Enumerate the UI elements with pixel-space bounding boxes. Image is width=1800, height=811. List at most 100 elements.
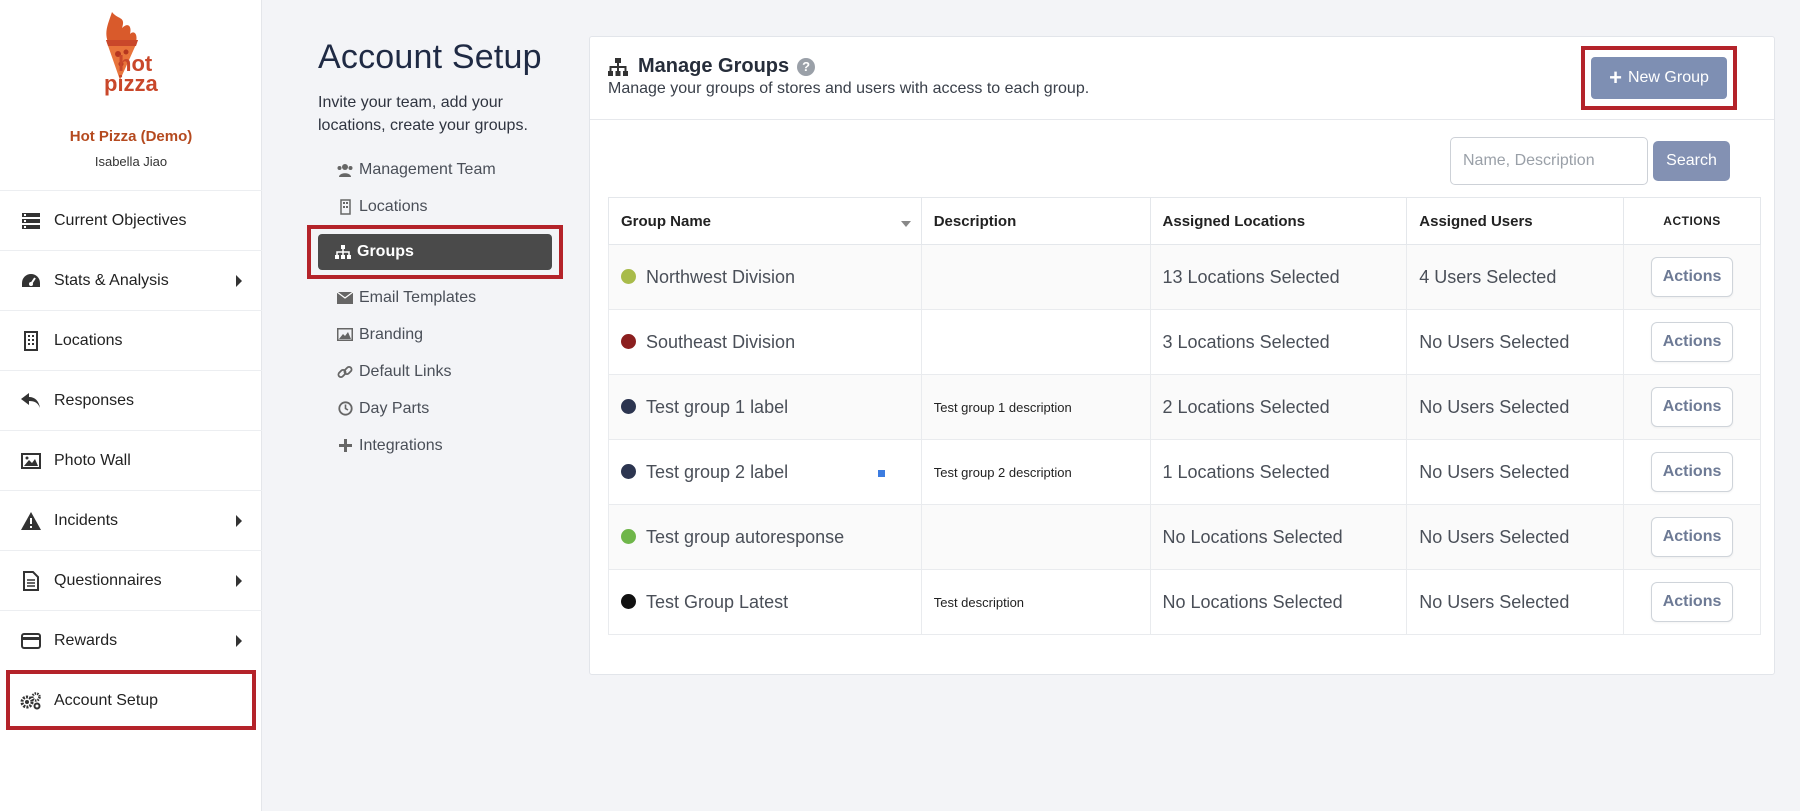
setup-item-label: Email Templates [359,288,477,306]
group-color-dot [621,593,636,609]
caret-right-icon [236,575,242,587]
column-header-group-name[interactable]: Group Name [608,197,922,245]
group-name-cell: Northwest Division [608,244,922,310]
help-icon[interactable]: ? [797,57,816,76]
envelope-icon [336,290,354,306]
setup-item-branding[interactable]: Branding [318,316,558,353]
search-input[interactable] [1450,137,1648,185]
setup-nav: Management Team Locations Groups Email T… [307,151,563,464]
setup-item-integrations[interactable]: Integrations [318,427,558,464]
account-name: Hot Pizza (Demo) [69,128,193,145]
actions-button[interactable]: Actions [1651,257,1734,297]
group-locations: 3 Locations Selected [1149,309,1408,375]
group-users: No Users Selected [1406,309,1625,375]
actions-cell: Actions [1623,439,1761,505]
reply-icon [20,390,42,412]
sitemap-icon [608,57,628,76]
nav-current-objectives[interactable]: Current Objectives [0,190,262,250]
setup-item-label: Integrations [359,436,443,454]
nav-photo-wall[interactable]: Photo Wall [0,430,262,490]
panel-title: Manage Groups ? [608,55,816,78]
nav-label: Stats & Analysis [54,271,169,289]
group-color-dot [621,333,636,349]
column-header-assigned-locations: Assigned Locations [1149,197,1408,245]
group-name: Test Group Latest [646,591,789,612]
manage-groups-panel: Manage Groups ? Manage your groups of st… [589,36,1775,675]
sitemap-icon [334,244,352,260]
group-description: Test group 2 description [920,439,1151,505]
table-row: Test group 2 label Test group 2 descript… [608,439,1761,505]
table-row: Test group autoresponse No Locations Sel… [608,504,1761,570]
sort-caret-icon[interactable] [900,220,911,227]
setup-item-day-parts[interactable]: Day Parts [318,390,558,427]
nav-rewards[interactable]: Rewards [0,610,262,670]
users-icon [336,162,354,178]
group-name-cell: Test group 1 label [608,374,922,440]
group-description: Test description [920,569,1151,635]
page-subtitle: Invite your team, add your locations, cr… [318,94,528,134]
nav-stats-analysis[interactable]: Stats & Analysis [0,250,262,310]
setup-item-locations[interactable]: Locations [318,188,558,225]
setup-item-label: Branding [359,325,424,343]
drag-marker-icon[interactable] [877,469,885,477]
caret-right-icon [236,515,242,527]
table-row: Northwest Division 13 Locations Selected… [608,244,1761,310]
group-description: Test group 1 description [920,374,1151,440]
actions-cell: Actions [1623,244,1761,310]
brand-logo[interactable]: hot pizza [0,10,262,100]
group-users: 4 Users Selected [1406,244,1625,310]
actions-button[interactable]: Actions [1651,387,1734,427]
document-icon [20,570,42,592]
building-icon [20,330,42,352]
panel-subtitle: Manage your groups of stores and users w… [608,80,1090,97]
table-row: Test group 1 label Test group 1 descript… [608,374,1761,440]
group-users: No Users Selected [1406,569,1625,635]
group-users: No Users Selected [1406,374,1625,440]
nav-label: Account Setup [54,691,159,709]
objectives-icon [20,210,42,232]
setup-item-label: Management Team [359,160,496,178]
actions-button[interactable]: Actions [1651,322,1734,362]
link-icon [336,364,354,380]
setup-item-email-templates[interactable]: Email Templates [318,279,558,316]
actions-button[interactable]: Actions [1651,517,1734,557]
table-header-row: Group Name Description Assigned Location… [608,197,1761,245]
group-color-dot [621,463,636,479]
new-group-button[interactable]: + New Group [1591,57,1727,99]
group-name: Southeast Division [646,331,796,352]
nav-incidents[interactable]: Incidents [0,490,262,550]
search-bar: Search [1450,137,1730,185]
nav-responses[interactable]: Responses [0,370,262,430]
setup-item-label: Groups [357,243,414,260]
table-row: Test Group Latest Test description No Lo… [608,569,1761,635]
new-group-label: New Group [1627,69,1709,86]
setup-item-groups-selected[interactable]: Groups [318,234,552,270]
user-name: Isabella Jiao [94,154,168,169]
nav-label: Rewards [54,631,118,649]
group-locations: 2 Locations Selected [1149,374,1408,440]
actions-button[interactable]: Actions [1651,452,1734,492]
setup-item-default-links[interactable]: Default Links [318,353,558,390]
setup-item-groups[interactable]: Groups [307,225,563,279]
caret-right-icon [236,275,242,287]
credit-card-icon [20,630,42,652]
group-name-cell: Test Group Latest [608,569,922,635]
nav-locations[interactable]: Locations [0,310,262,370]
nav-account-setup[interactable]: Account Setup [6,670,256,730]
group-name: Northwest Division [646,266,796,287]
nav-label: Questionnaires [54,571,162,589]
table-row: Southeast Division 3 Locations Selected … [608,309,1761,375]
group-name: Test group 2 label [646,461,789,482]
group-locations: 13 Locations Selected [1149,244,1408,310]
actions-cell: Actions [1623,374,1761,440]
nav-label: Current Objectives [54,211,187,229]
actions-button[interactable]: Actions [1651,582,1734,622]
search-button[interactable]: Search [1653,141,1730,181]
setup-item-management-team[interactable]: Management Team [318,151,558,188]
clock-icon [336,401,354,417]
plus-icon [336,438,354,454]
actions-cell: Actions [1623,569,1761,635]
sidebar: hot pizza Hot Pizza (Demo) Isabella Jiao… [0,0,262,811]
group-description [920,244,1151,310]
nav-questionnaires[interactable]: Questionnaires [0,550,262,610]
